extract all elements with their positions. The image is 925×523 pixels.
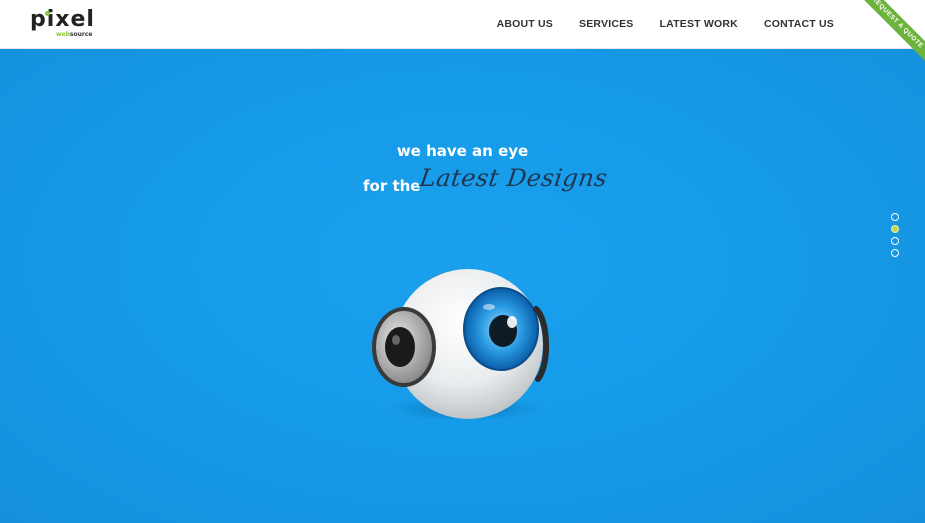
request-quote-ribbon[interactable]: REQUEST A QUOTE [855,0,925,70]
nav-services[interactable]: SERVICES [579,18,634,30]
nav-about-us[interactable]: ABOUT US [497,18,553,30]
site-header: pixel websource ABOUT US SERVICES LATEST… [0,0,925,49]
hero-headline-line1: we have an eye [396,142,529,160]
logo-wordmark: pixel [30,7,95,32]
main-nav: ABOUT US SERVICES LATEST WORK CONTACT US [497,18,834,30]
logo-accent-dot [45,11,50,16]
hero-headline-prefix: for the [363,177,421,195]
slider-pagination [891,213,899,257]
slider-dot-3[interactable] [891,237,899,245]
logo-tagline: websource [56,31,93,38]
slider-dot-4[interactable] [891,249,899,257]
nav-contact-us[interactable]: CONTACT US [764,18,834,30]
request-quote-label[interactable]: REQUEST A QUOTE [856,0,925,64]
hero-section: we have an eye for the Latest Designs [0,49,925,523]
eyeball-with-headphones-icon [372,269,550,419]
slider-dot-2[interactable] [891,225,899,233]
slider-dot-1[interactable] [891,213,899,221]
nav-latest-work[interactable]: LATEST WORK [660,18,738,30]
pixel-websource-logo[interactable]: pixel websource [30,8,100,42]
hero-headline-script: Latest Designs [418,164,610,192]
